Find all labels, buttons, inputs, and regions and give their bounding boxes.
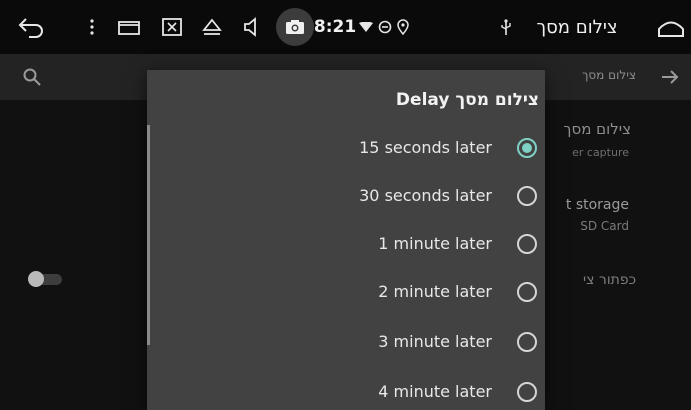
delay-dialog: צילום מסך Delay 15 seconds later 30 seco…: [147, 70, 545, 410]
option-1-minute[interactable]: 1 minute later: [147, 220, 545, 268]
setting-item-title: t storage: [565, 197, 629, 213]
image-icon[interactable]: [160, 0, 184, 54]
dialog-title: צילום מסך Delay: [395, 90, 539, 110]
status-time: 8:21: [313, 17, 357, 37]
wifi-icon: [358, 0, 374, 54]
window-icon[interactable]: [116, 0, 142, 54]
status-bar: 8:21 צילום מסך: [0, 0, 691, 54]
arrow-forward-icon[interactable]: [660, 68, 680, 90]
status-app-title: צילום מסך: [536, 16, 618, 38]
more-vert-icon[interactable]: [85, 0, 99, 54]
setting-item-title: כפתור צי: [583, 272, 636, 288]
setting-item-subtitle: er capture: [572, 146, 629, 159]
option-label: 15 seconds later: [359, 138, 492, 157]
radio-button[interactable]: [517, 186, 537, 206]
option-label: 3 minute later: [378, 332, 492, 351]
option-label: 4 minute later: [378, 382, 492, 401]
search-icon[interactable]: [22, 67, 42, 91]
usb-icon: [498, 0, 514, 54]
setting-item-subtitle: SD Card: [580, 219, 629, 233]
camera-button[interactable]: [273, 0, 317, 54]
option-3-minute[interactable]: 3 minute later: [147, 318, 545, 366]
radio-button[interactable]: [517, 282, 537, 302]
back-icon[interactable]: [14, 0, 48, 54]
radio-button[interactable]: [517, 234, 537, 254]
option-label: 30 seconds later: [359, 186, 492, 205]
radio-button-checked[interactable]: [517, 138, 537, 158]
radio-button[interactable]: [517, 382, 537, 402]
radio-button[interactable]: [517, 332, 537, 352]
camera-icon: [276, 8, 314, 46]
option-30-seconds[interactable]: 30 seconds later: [147, 172, 545, 220]
option-2-minute[interactable]: 2 minute later: [147, 268, 545, 316]
location-icon: [396, 0, 410, 54]
option-15-seconds[interactable]: 15 seconds later: [147, 124, 545, 172]
volume-icon[interactable]: [240, 0, 264, 54]
setting-item-title: צילום מסך: [563, 120, 631, 138]
app-bar-title: צילום מסך: [581, 68, 636, 82]
option-4-minute[interactable]: 4 minute later: [147, 368, 545, 410]
eject-icon[interactable]: [200, 0, 224, 54]
do-not-disturb-icon: [377, 0, 393, 54]
toggle-switch[interactable]: [28, 271, 62, 287]
option-label: 1 minute later: [378, 234, 492, 253]
option-label: 2 minute later: [378, 282, 492, 301]
home-icon[interactable]: [655, 0, 687, 54]
